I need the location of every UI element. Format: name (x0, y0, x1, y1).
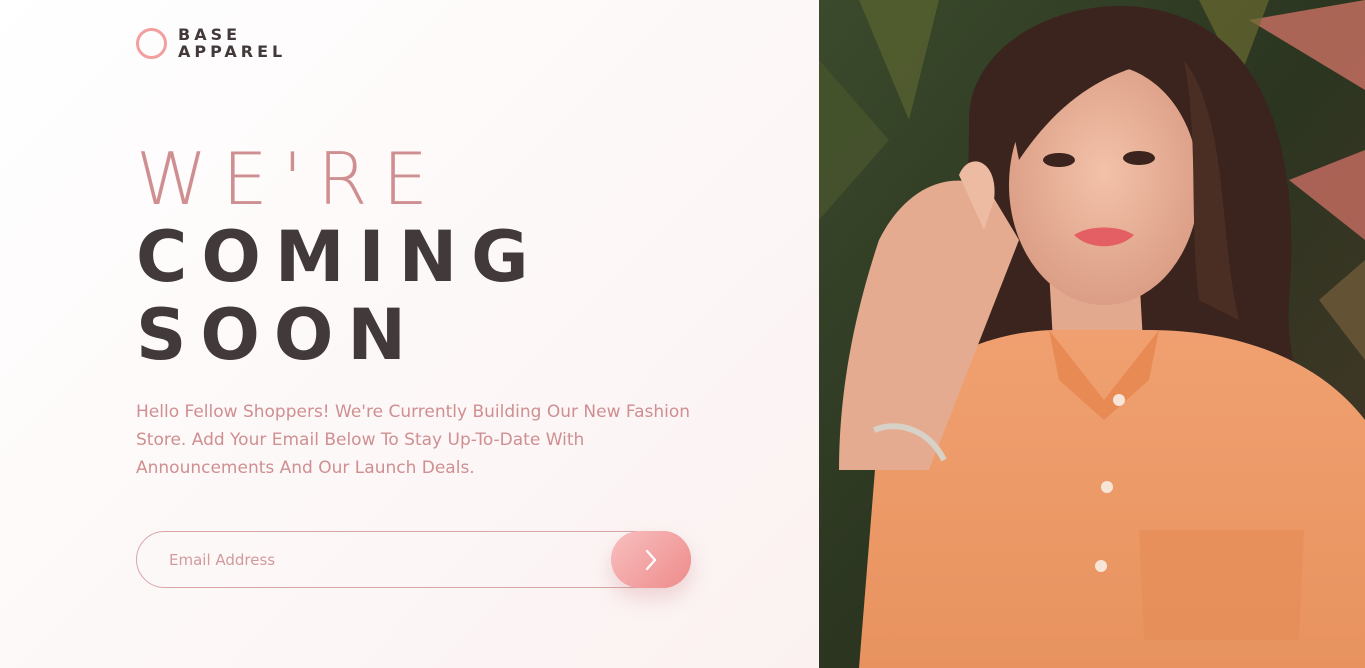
hero-photo (819, 0, 1365, 668)
logo-line-2: APPAREL (178, 42, 287, 61)
email-input[interactable] (137, 532, 612, 587)
submit-button[interactable] (611, 531, 691, 588)
logo[interactable]: BASE APPAREL (136, 26, 286, 60)
hero-image (819, 0, 1365, 668)
title-line-3: SOON (136, 294, 421, 376)
logo-text: BASE APPAREL (178, 26, 286, 60)
chevron-right-icon (645, 549, 657, 570)
title-line-1: WE'RE (136, 137, 443, 221)
content-panel: BASE APPAREL WE'RE COMING SOON Hello Fel… (0, 0, 819, 668)
description: Hello Fellow Shoppers! We're Currently B… (136, 402, 691, 478)
logo-line-1: BASE (178, 25, 242, 44)
logo-circle-icon (136, 27, 167, 59)
title-line-2: COMING (136, 216, 543, 298)
page-title: WE'RE COMING SOON (136, 140, 543, 374)
email-signup-form (136, 531, 691, 588)
